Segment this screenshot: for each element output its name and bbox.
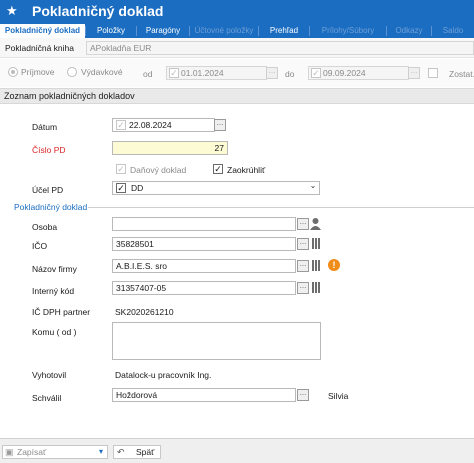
tab-pokladnicny-doklad[interactable]: Pokladničný doklad	[0, 24, 85, 38]
group-title: Pokladničný doklad	[14, 202, 88, 212]
datum-field[interactable]: 22.08.2024	[112, 118, 215, 132]
komu-label: Komu ( od )	[32, 327, 77, 337]
osoba-field[interactable]	[112, 217, 296, 231]
do-picker-button[interactable]: …	[408, 67, 420, 79]
zapisat-label: Zapísať	[17, 447, 47, 457]
person-icon[interactable]	[310, 217, 321, 230]
schvalil-picker-button[interactable]: …	[297, 389, 309, 401]
save-icon: ▣	[5, 447, 14, 457]
title-bar: ★ Pokladničný doklad	[0, 0, 474, 24]
vyhotovil-label: Vyhotovil	[32, 370, 67, 380]
tab-polozky[interactable]: Položky	[86, 24, 136, 38]
register-icon[interactable]	[312, 260, 320, 271]
warning-icon[interactable]: !	[328, 259, 340, 271]
od-label: od	[143, 69, 153, 79]
datum-picker-button[interactable]: …	[214, 119, 226, 131]
kniha-label: Pokladničná kniha	[5, 43, 74, 53]
nazov-firmy-label: Názov firmy	[32, 264, 77, 274]
interny-kod-label: Interný kód	[32, 286, 75, 296]
ucel-pd-chevron-down-icon[interactable]: ⌄	[307, 182, 319, 194]
schvalil-label: Schválil	[32, 393, 62, 403]
ic-dph-value: SK2020261210	[115, 307, 174, 317]
vyhotovil-value: Datalock-u pracovník Ing.	[115, 370, 212, 380]
ico-label: IČO	[32, 241, 48, 251]
window-title: Pokladničný doklad	[32, 3, 164, 19]
komu-textarea[interactable]	[112, 322, 321, 360]
osoba-label: Osoba	[32, 222, 58, 232]
do-date-field[interactable]: 09.09.2024	[308, 66, 409, 80]
section-header-bar: Zoznam pokladničných dokladov	[0, 88, 474, 104]
od-picker-button[interactable]: …	[266, 67, 278, 79]
ic-dph-label: IČ DPH partner	[32, 307, 91, 317]
ico-picker-button[interactable]: …	[297, 238, 309, 250]
ico-field[interactable]: 35828501	[112, 237, 296, 251]
tab-odkazy: Odkazy	[395, 26, 423, 35]
back-arrow-icon: ↶	[117, 447, 125, 457]
cislo-pd-label: Číslo PD	[32, 145, 66, 155]
interny-kod-picker-button[interactable]: …	[297, 282, 309, 294]
register-icon[interactable]	[312, 238, 320, 249]
group-divider	[88, 207, 474, 208]
section-header: Zoznam pokladničných dokladov	[4, 91, 135, 101]
favorite-star-icon[interactable]: ★	[6, 3, 18, 19]
ucel-pd-select[interactable]: DD	[112, 181, 320, 195]
datum-label: Dátum	[32, 122, 58, 132]
prijmove-label: Príjmove	[21, 67, 55, 77]
danovy-doklad-label: Daňový doklad	[130, 165, 187, 175]
ucel-pd-label: Účel PD	[32, 185, 64, 195]
chevron-down-icon[interactable]: ▾	[99, 447, 103, 456]
od-checkbox[interactable]: ✓	[169, 68, 179, 78]
nazov-firmy-field[interactable]: A.B.I.E.S. sro	[112, 259, 296, 273]
ucel-pd-checkbox[interactable]: ✓	[116, 183, 126, 193]
tab-uctovne-polozky: Účtovné položky	[194, 26, 254, 35]
schvalil-extra: Silvia	[328, 391, 349, 401]
datum-checkbox[interactable]: ✓	[116, 120, 126, 130]
tab-saldo: Saldo	[442, 26, 464, 35]
danovy-doklad-checkbox[interactable]: ✓	[116, 164, 126, 174]
spat-button[interactable]: ↶ Späť	[113, 445, 161, 459]
od-date-field[interactable]: 01.01.2024	[166, 66, 267, 80]
tab-prilohy-subory: Prílohy/Súbory	[321, 26, 375, 35]
osoba-picker-button[interactable]: …	[297, 218, 309, 230]
zaokruhlit-label: Zaokrúhliť	[227, 165, 266, 175]
do-label: do	[285, 69, 295, 79]
zaokruhlit-checkbox[interactable]: ✓	[213, 164, 223, 174]
zapisat-button[interactable]: ▣ Zapísať ▾	[2, 445, 108, 459]
tab-prehlad[interactable]: Prehľad	[259, 24, 309, 38]
vydavkove-radio[interactable]	[67, 67, 77, 77]
register-icon[interactable]	[312, 282, 320, 293]
kniha-field[interactable]: APokladňa EUR	[86, 41, 474, 55]
interny-kod-field[interactable]: 31357407-05	[112, 281, 296, 295]
do-checkbox[interactable]: ✓	[311, 68, 321, 78]
spat-label: Späť	[136, 447, 155, 457]
zostatok-label: Zostat...	[449, 69, 474, 79]
zostatok-checkbox[interactable]	[428, 68, 438, 78]
vydavkove-label: Výdavkové	[81, 67, 123, 77]
schvalil-field[interactable]: Hoždorová	[112, 388, 296, 402]
cislo-pd-field[interactable]: 27	[112, 141, 228, 155]
tab-paragony[interactable]: Paragóny	[137, 24, 189, 38]
prijmove-radio[interactable]	[8, 67, 18, 77]
tab-bar: Pokladničný doklad Položky Paragóny Účto…	[0, 24, 474, 38]
nazov-firmy-picker-button[interactable]: …	[297, 260, 309, 272]
